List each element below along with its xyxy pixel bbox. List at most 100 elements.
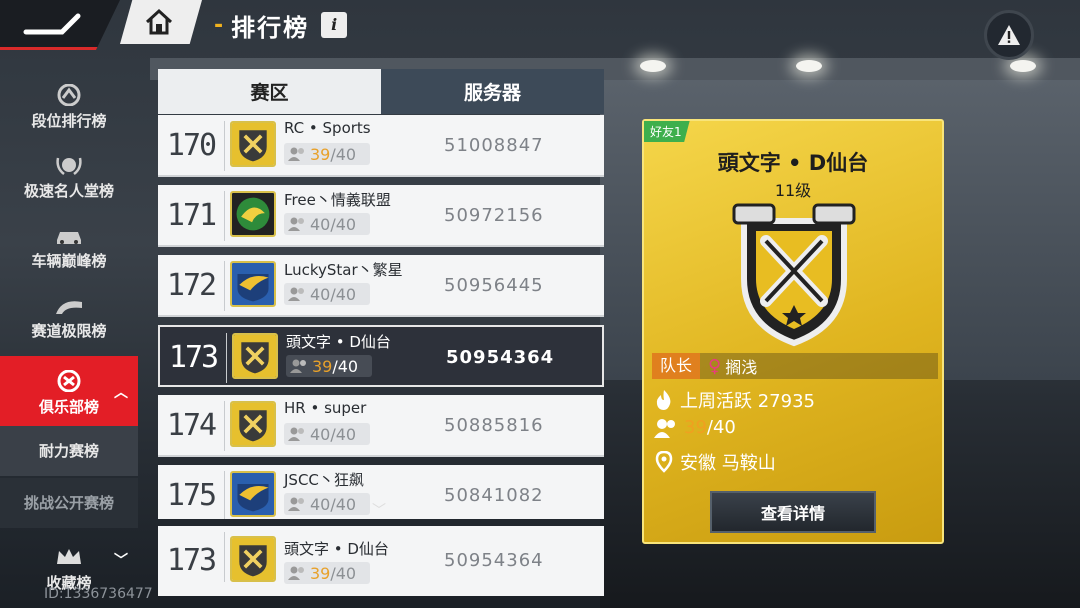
rank-number: 172	[166, 268, 217, 303]
ranking-tabs: 赛区 服务器	[158, 69, 604, 114]
female-icon: ♀	[708, 355, 722, 377]
server-id: 50885816	[444, 415, 544, 436]
members-icon	[288, 497, 304, 511]
sidebar-item-label: 段位排行榜	[31, 112, 107, 130]
member-count: 40/40	[284, 493, 370, 515]
club-badge-icon	[230, 536, 276, 582]
server-id: 50954364	[446, 347, 555, 368]
club-badge-icon	[232, 333, 278, 379]
chevron-up-icon: ︿	[114, 385, 128, 401]
member-max: 40	[335, 284, 357, 304]
car-icon	[57, 232, 81, 244]
sidebar-item-label: 车辆巅峰榜	[31, 252, 107, 270]
activity-text: 上周活跃 27935	[680, 391, 815, 412]
sidebar-item-vehicle[interactable]: 车辆巅峰榜	[0, 210, 138, 280]
server-id: 50954364	[444, 550, 544, 571]
sidebar-subitem-endurance[interactable]: 耐力赛榜	[0, 426, 138, 476]
member-count: 39/40	[284, 143, 370, 165]
page-title-text: 排行榜	[231, 13, 310, 42]
member-max: 40	[335, 424, 357, 444]
rank-number: 173	[166, 543, 217, 578]
my-club-row[interactable]: 173 頭文字 • D仙台 39/40 50954364	[158, 526, 604, 596]
club-name: 頭文字 • D仙台	[286, 333, 391, 351]
club-name: 頭文字 • D仙台	[717, 151, 869, 175]
home-button[interactable]	[120, 0, 202, 44]
club-icon	[57, 370, 81, 392]
sidebar-item-label: 极速名人堂榜	[23, 182, 114, 200]
location-stat: 安徽 马鞍山	[654, 449, 776, 475]
game-logo[interactable]	[0, 0, 120, 50]
club-badge-icon	[230, 261, 276, 307]
location-text: 安徽 马鞍山	[680, 453, 776, 474]
club-badge-icon	[230, 471, 276, 517]
member-current: 40	[310, 214, 331, 234]
sidebar-item-track[interactable]: 赛道极限榜	[0, 280, 138, 350]
tab-region[interactable]: 赛区	[158, 69, 381, 114]
leader-name: 搁浅	[725, 358, 758, 377]
view-details-button[interactable]: 查看详情	[710, 491, 876, 533]
ranking-row[interactable]: 173 頭文字 • D仙台 39/40 50954364	[158, 325, 604, 387]
sidebar-item-hall-of-fame[interactable]: 极速名人堂榜	[0, 140, 138, 210]
member-count: 39/40	[284, 562, 370, 584]
page-title: - 排行榜 i	[214, 6, 348, 44]
title-dash: -	[214, 12, 224, 38]
row-divider	[226, 333, 227, 383]
ranking-row[interactable]: 172 LuckyStar丶繁星 40/40 50956445	[158, 255, 604, 317]
sidebar-subitem-open-challenge[interactable]: 挑战公开赛榜	[0, 478, 138, 528]
ceiling-lamp	[640, 60, 666, 72]
member-max: 40	[335, 144, 357, 164]
tab-server[interactable]: 服务器	[381, 69, 604, 114]
sidebar-item-rank[interactable]: 段位排行榜	[0, 70, 138, 140]
crown-icon	[57, 549, 81, 564]
member-current: 40	[310, 424, 331, 444]
ranking-row[interactable]: 170 RC • Sports 39/40 51008847	[158, 115, 604, 177]
club-name: HR • super	[284, 399, 367, 417]
leader-bar: 队长 ♀ 搁浅	[652, 353, 938, 379]
member-count: 40/40	[284, 213, 370, 235]
row-divider	[224, 191, 225, 241]
club-name: 頭文字 • D仙台	[284, 540, 389, 558]
sidebar-item-label: 挑战公开赛榜	[23, 494, 114, 512]
top-bar: - 排行榜 i	[0, 0, 1080, 60]
server-id: 51008847	[444, 135, 544, 156]
row-divider	[224, 261, 225, 311]
members-icon	[654, 418, 675, 438]
club-ranking-list[interactable]: 170 RC • Sports 39/40 51008847 171 Free丶情義联盟 4…	[158, 115, 604, 519]
track-icon	[56, 301, 82, 314]
rank-number: 173	[168, 340, 219, 375]
warning-button[interactable]	[984, 10, 1034, 60]
ceiling-lamp	[1010, 60, 1036, 72]
ranking-row[interactable]: 174 HR • super 40/40 50885816	[158, 395, 604, 457]
sidebar: 段位排行榜 极速名人堂榜 车辆巅峰榜 赛道极限榜 俱乐部榜 ︿ 耐力赛榜 挑战公…	[0, 60, 138, 608]
info-button[interactable]: i	[321, 12, 348, 38]
row-divider	[224, 471, 225, 519]
laurel-icon	[56, 157, 82, 175]
rank-number: 171	[166, 198, 217, 233]
location-pin-icon	[655, 451, 673, 473]
members-current: 39	[684, 417, 707, 438]
ranking-row[interactable]: 171 Free丶情義联盟 40/40 50972156	[158, 185, 604, 247]
warning-icon	[998, 25, 1020, 45]
sidebar-item-club[interactable]: 俱乐部榜 ︿	[0, 356, 138, 426]
flame-icon	[656, 390, 671, 410]
friend-tag: 好友1	[644, 121, 690, 142]
club-name: Free丶情義联盟	[284, 191, 391, 209]
members-icon	[288, 147, 304, 161]
member-current: 40	[310, 494, 331, 514]
rank-number: 170	[166, 128, 217, 163]
member-current: 39	[312, 356, 333, 376]
server-id: 50956445	[444, 275, 544, 296]
club-emblem-icon	[732, 203, 856, 347]
club-name: RC • Sports	[284, 119, 371, 137]
sidebar-item-label: 俱乐部榜	[38, 398, 99, 416]
chevron-down-icon: ﹀	[114, 553, 128, 569]
server-id: 50841082	[444, 485, 544, 506]
row-divider	[224, 401, 225, 451]
member-max: 40	[335, 494, 357, 514]
members-icon	[288, 287, 304, 301]
row-divider	[224, 532, 225, 582]
server-id: 50972156	[444, 205, 544, 226]
member-count: 40/40	[284, 423, 370, 445]
member-max: 40	[337, 356, 359, 376]
home-icon	[145, 8, 173, 35]
